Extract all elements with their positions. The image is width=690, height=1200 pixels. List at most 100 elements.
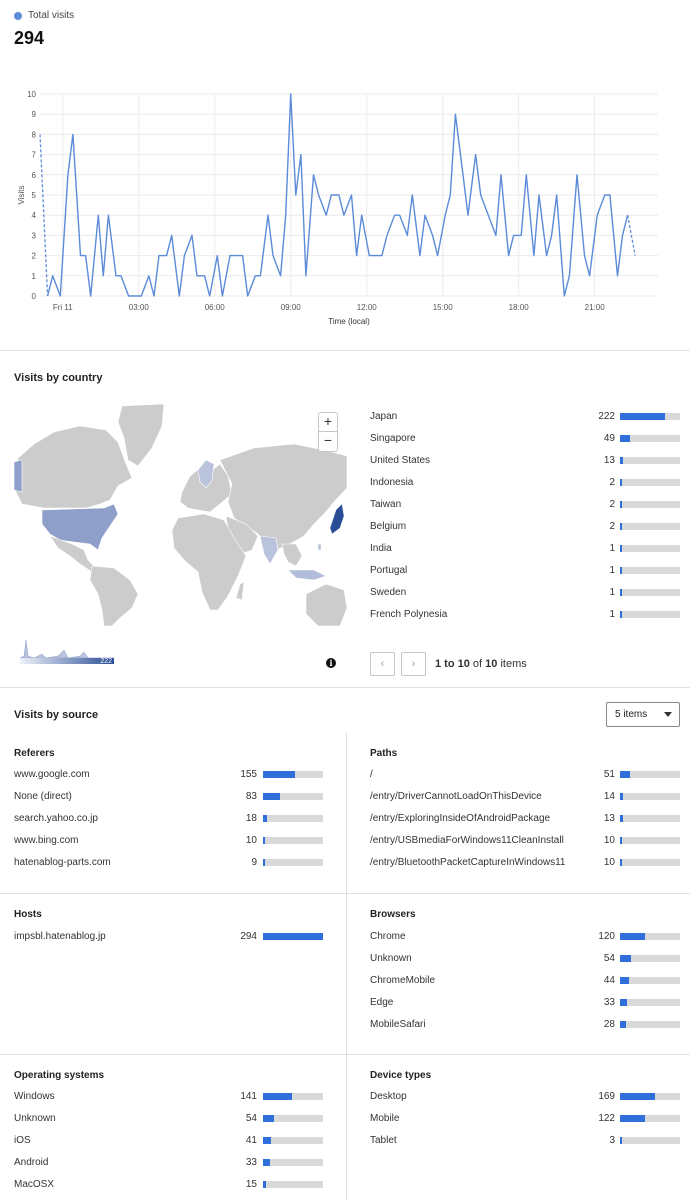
item-label: Sweden [370, 587, 407, 598]
list-item[interactable]: Singapore 49 [370, 429, 680, 451]
list-item[interactable]: www.google.com 155 [14, 765, 324, 787]
list-item[interactable]: Desktop 169 [370, 1087, 680, 1109]
value-bar-fill [620, 457, 623, 464]
list-item[interactable]: Tablet 3 [370, 1131, 680, 1153]
list-item[interactable]: /entry/USBmediaForWindows11CleanInstall 1… [370, 831, 680, 853]
value-bar [620, 771, 680, 778]
chevron-down-icon [664, 712, 672, 717]
value-bar-fill [620, 977, 629, 984]
value-bar [620, 933, 680, 940]
referers-list: www.google.com 155 None (direct) 83 search.y… [14, 765, 324, 875]
map-japan[interactable] [329, 503, 345, 535]
map-usa[interactable] [41, 503, 119, 551]
list-item[interactable]: Edge 33 [370, 993, 680, 1015]
list-item[interactable]: Taiwan 2 [370, 495, 680, 517]
list-item[interactable]: French Polynesia 1 [370, 605, 680, 627]
value-bar [263, 815, 323, 822]
list-item[interactable]: ChromeMobile 44 [370, 971, 680, 993]
list-item[interactable]: MobileSafari 28 [370, 1015, 680, 1037]
list-item[interactable]: www.bing.com 10 [14, 831, 324, 853]
item-value: 222 [598, 411, 615, 422]
value-bar [263, 1115, 323, 1122]
value-bar [263, 1181, 323, 1188]
map-se-asia[interactable] [281, 543, 303, 567]
item-value: 15 [245, 1179, 257, 1190]
value-bar [620, 1021, 680, 1028]
dropdown-value: 5 items [615, 709, 648, 720]
list-item[interactable]: India 1 [370, 539, 680, 561]
item-value: 41 [245, 1135, 257, 1146]
zoom-out-button[interactable]: − [319, 432, 337, 451]
list-item[interactable]: Windows 141 [14, 1087, 324, 1109]
list-item[interactable]: /entry/BluetoothPacketCaptureInWindows11… [370, 853, 680, 875]
os-title: Operating systems [14, 1070, 105, 1081]
item-label: India [370, 543, 392, 554]
item-value: 10 [603, 857, 615, 868]
y-tick-label: 10 [27, 90, 36, 99]
list-item[interactable]: Unknown 54 [370, 949, 680, 971]
map-greenland[interactable] [117, 404, 165, 467]
list-item[interactable]: Portugal 1 [370, 561, 680, 583]
value-bar [620, 435, 680, 442]
visits-line-chart[interactable]: 0 1 2 3 4 5 6 7 8 9 10 Fri 11 03:00 06:00 09:00 12:00 15… [0, 80, 690, 330]
item-label: Desktop [370, 1091, 407, 1102]
next-page-button[interactable]: › [401, 652, 426, 676]
world-map[interactable] [14, 404, 347, 626]
value-bar [620, 977, 680, 984]
list-item[interactable]: None (direct) 83 [14, 787, 324, 809]
prev-page-button[interactable]: ‹ [370, 652, 395, 676]
list-item[interactable]: MacOSX 15 [14, 1175, 324, 1197]
zoom-in-button[interactable]: + [319, 413, 337, 432]
map-india[interactable] [259, 535, 279, 565]
list-item[interactable]: /entry/ExploringInsideOfAndroidPackage 13 [370, 809, 680, 831]
map-taiwan[interactable] [317, 543, 322, 551]
list-item[interactable]: Unknown 54 [14, 1109, 324, 1131]
value-bar [263, 859, 323, 866]
pager-total: 10 [485, 658, 498, 670]
map-alaska[interactable] [14, 459, 23, 493]
map-indonesia[interactable] [287, 569, 327, 581]
list-item[interactable]: / 51 [370, 765, 680, 787]
list-item[interactable]: United States 13 [370, 451, 680, 473]
item-value: 3 [609, 1135, 615, 1146]
list-item[interactable]: Japan 222 [370, 407, 680, 429]
item-label: Unknown [14, 1113, 56, 1124]
value-bar-fill [263, 859, 265, 866]
value-bar [263, 771, 323, 778]
list-item[interactable]: search.yahoo.co.jp 18 [14, 809, 324, 831]
value-bar-fill [620, 955, 631, 962]
list-item[interactable]: /entry/DriverCannotLoadOnThisDevice 14 [370, 787, 680, 809]
y-tick-label: 1 [32, 272, 37, 281]
map-madagascar[interactable] [235, 581, 245, 601]
value-bar-fill [620, 793, 623, 800]
value-bar [620, 413, 680, 420]
y-tick-label: 6 [32, 171, 37, 180]
items-count-dropdown[interactable]: 5 items [606, 702, 680, 727]
value-bar-fill [620, 501, 622, 508]
value-bar [620, 501, 680, 508]
map-canada[interactable] [14, 425, 133, 509]
chart-legend[interactable]: Total visits [14, 10, 74, 21]
item-label: / [370, 769, 373, 780]
list-item[interactable]: Belgium 2 [370, 517, 680, 539]
pager-status: 1 to 10 of 10 items [435, 658, 527, 670]
item-label: /entry/BluetoothPacketCaptureInWindows11 [370, 857, 566, 868]
list-item[interactable]: Android 33 [14, 1153, 324, 1175]
map-australia[interactable] [305, 583, 347, 626]
list-item[interactable]: hatenablog-parts.com 9 [14, 853, 324, 875]
list-item[interactable]: Mobile 122 [370, 1109, 680, 1131]
country-pager: ‹ › 1 to 10 of 10 items [370, 652, 527, 676]
y-tick-label: 9 [32, 110, 37, 119]
info-icon[interactable]: i [326, 658, 336, 668]
map-south-america[interactable] [89, 565, 139, 626]
x-tick-label: 09:00 [281, 303, 302, 312]
list-item[interactable]: Chrome 120 [370, 927, 680, 949]
devices-list: Desktop 169 Mobile 122 Tablet 3 [370, 1087, 680, 1153]
section-title: Visits by source [14, 709, 99, 721]
item-label: Portugal [370, 565, 408, 576]
list-item[interactable]: Sweden 1 [370, 583, 680, 605]
list-item[interactable]: impsbl.hatenablog.jp 294 [14, 927, 324, 949]
list-item[interactable]: iOS 41 [14, 1131, 324, 1153]
item-label: MacOSX [14, 1179, 55, 1190]
list-item[interactable]: Indonesia 2 [370, 473, 680, 495]
